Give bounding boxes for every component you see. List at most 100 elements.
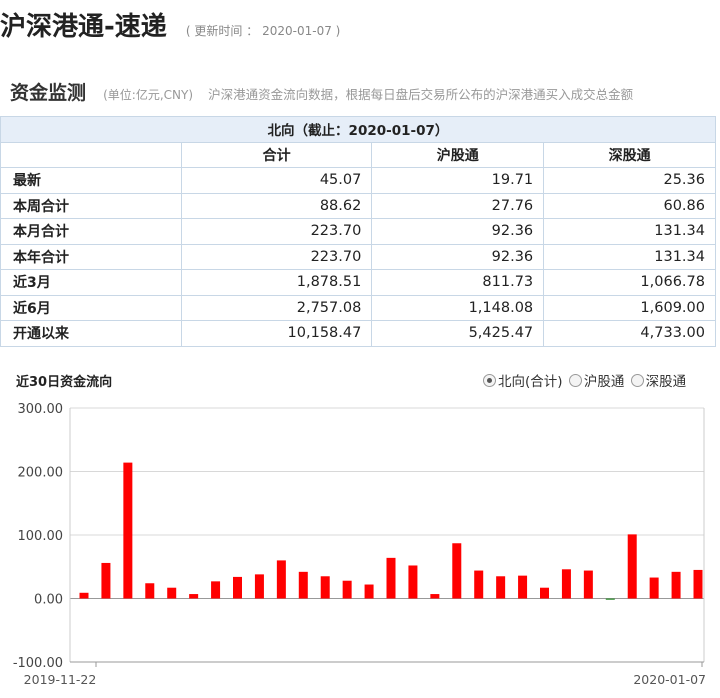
radio-label: 沪股通 [583, 374, 625, 390]
chart-bar [518, 575, 528, 599]
cell-sz: 1,609.00 [543, 294, 716, 321]
update-time: ( 更新时间 ： 2020-01-07 ) [185, 24, 341, 38]
chart-bar [79, 592, 89, 599]
cell-sz: 4,733.00 [543, 320, 716, 347]
cell-sh: 811.73 [371, 269, 545, 296]
table-row: 近6月 2,757.08 1,148.08 1,609.00 [0, 294, 716, 321]
radio-northbound-total[interactable]: 北向(合计) [483, 370, 563, 390]
section-unit: (单位:亿元,CNY) [103, 88, 194, 102]
chart-bar [452, 543, 462, 599]
table-row: 本年合计 223.70 92.36 131.34 [0, 243, 716, 270]
chart-bar [101, 562, 111, 599]
cell-sz: 131.34 [543, 218, 716, 245]
section-title: 资金监测 [10, 82, 87, 104]
row-label: 近3月 [0, 269, 182, 296]
cell-total: 45.07 [180, 167, 373, 194]
chart-bar [561, 569, 571, 599]
cell-total: 2,757.08 [180, 294, 373, 321]
update-time-separator: ： [246, 24, 259, 38]
radio-label: 北向(合计) [498, 374, 563, 390]
radio-dot-icon[interactable] [630, 374, 644, 387]
chart-bar [627, 534, 637, 599]
cell-sh: 92.36 [371, 218, 545, 245]
cell-total: 10,158.47 [180, 320, 373, 347]
capital-flow-table: 北向（截止：2020-01-07） 合计 沪股通 深股通 最新 45.07 19… [0, 116, 716, 347]
chart-bar [583, 570, 593, 599]
y-tick-label: 100.00 [18, 529, 64, 544]
table-row: 开通以来 10,158.47 5,425.47 4,733.00 [0, 320, 716, 347]
row-label: 近6月 [0, 294, 182, 321]
chart-bar [474, 570, 484, 599]
chart-bar [211, 581, 221, 599]
y-tick-label: 0.00 [34, 593, 63, 608]
chart-bar [145, 583, 155, 599]
chart-bar [298, 571, 308, 599]
section-description: 沪深港通资金流向数据，根据每日盘后交易所公布的沪深港通买入成交总金额 [208, 87, 634, 102]
cell-sz: 25.36 [543, 167, 716, 194]
chart-bar [123, 462, 133, 599]
chart-bar [342, 580, 352, 599]
header-cell-sh-connect: 沪股通 [371, 141, 545, 168]
cell-sh: 92.36 [371, 243, 545, 270]
header-cell-total: 合计 [180, 141, 373, 168]
row-label: 本年合计 [0, 243, 182, 270]
x-end-label: 2020-01-07 [633, 672, 706, 687]
chart-bar [496, 576, 506, 599]
page-header: 沪深港通-速递 ( 更新时间 ： 2020-01-07 ) [0, 6, 340, 44]
chart-bar [386, 557, 396, 599]
chart-bar [408, 565, 418, 599]
radio-dot-icon[interactable] [568, 374, 582, 387]
update-time-value: 2020-01-07 [262, 24, 332, 38]
cell-sz: 131.34 [543, 243, 716, 270]
y-tick-label: -100.00 [13, 656, 63, 671]
chart-bar [605, 598, 615, 600]
radio-dot-icon[interactable] [483, 374, 496, 387]
cell-sh: 1,148.08 [371, 294, 545, 321]
chart-title: 近30日资金流向 [16, 375, 113, 390]
chart-bar [430, 594, 440, 599]
chart-bar [189, 594, 199, 599]
radio-sz-connect[interactable]: 深股通 [630, 370, 687, 390]
update-time-label: 更新时间 [194, 24, 243, 38]
cell-sh: 19.71 [371, 167, 545, 194]
cell-total: 1,878.51 [180, 269, 373, 296]
page-title: 沪深港通-速递 [0, 12, 167, 42]
cell-sz: 1,066.78 [543, 269, 716, 296]
table-header-row: 合计 沪股通 深股通 [0, 141, 716, 168]
chart-bar [649, 577, 659, 599]
table-row: 最新 45.07 19.71 25.36 [0, 167, 716, 194]
cell-total: 223.70 [180, 243, 373, 270]
table-caption-row: 北向（截止：2020-01-07） [0, 116, 716, 143]
table-caption: 北向（截止：2020-01-07） [0, 116, 716, 143]
chart-bar [540, 587, 549, 599]
y-tick-label: 200.00 [18, 466, 64, 481]
cell-total: 88.62 [180, 192, 373, 219]
cell-sz: 60.86 [543, 192, 716, 219]
chart-bar [233, 576, 242, 599]
cell-sh: 27.76 [371, 192, 545, 219]
cell-sh: 5,425.47 [371, 320, 545, 347]
cell-total: 223.70 [180, 218, 373, 245]
chart-bar [320, 576, 330, 599]
table-row: 近3月 1,878.51 811.73 1,066.78 [0, 269, 716, 296]
chart-bar [693, 569, 703, 599]
chart-bar [254, 574, 264, 599]
row-label: 最新 [0, 167, 182, 194]
radio-label: 深股通 [645, 374, 687, 390]
chart-bar [167, 587, 177, 599]
chart-bar [671, 571, 681, 599]
x-start-label: 2019-11-22 [24, 672, 97, 687]
row-label: 开通以来 [0, 320, 182, 347]
y-tick-label: 300.00 [18, 402, 64, 417]
table-row: 本周合计 88.62 27.76 60.86 [0, 192, 716, 219]
radio-sh-connect[interactable]: 沪股通 [568, 370, 625, 390]
table-row: 本月合计 223.70 92.36 131.34 [0, 218, 716, 245]
section-header: 资金监测 (单位:亿元,CNY) 沪深港通资金流向数据，根据每日盘后交易所公布的… [10, 78, 633, 105]
chart-bar [364, 584, 374, 599]
chart-bar [276, 560, 286, 599]
header-cell-blank [0, 141, 182, 168]
header-cell-sz-connect: 深股通 [543, 141, 716, 168]
capital-flow-chart: 300.00 200.00 100.00 0.00 -100.002019-11-22 2… [13, 402, 706, 687]
series-selector: 北向(合计) 沪股通 深股通 [483, 370, 688, 390]
row-label: 本月合计 [0, 218, 182, 245]
